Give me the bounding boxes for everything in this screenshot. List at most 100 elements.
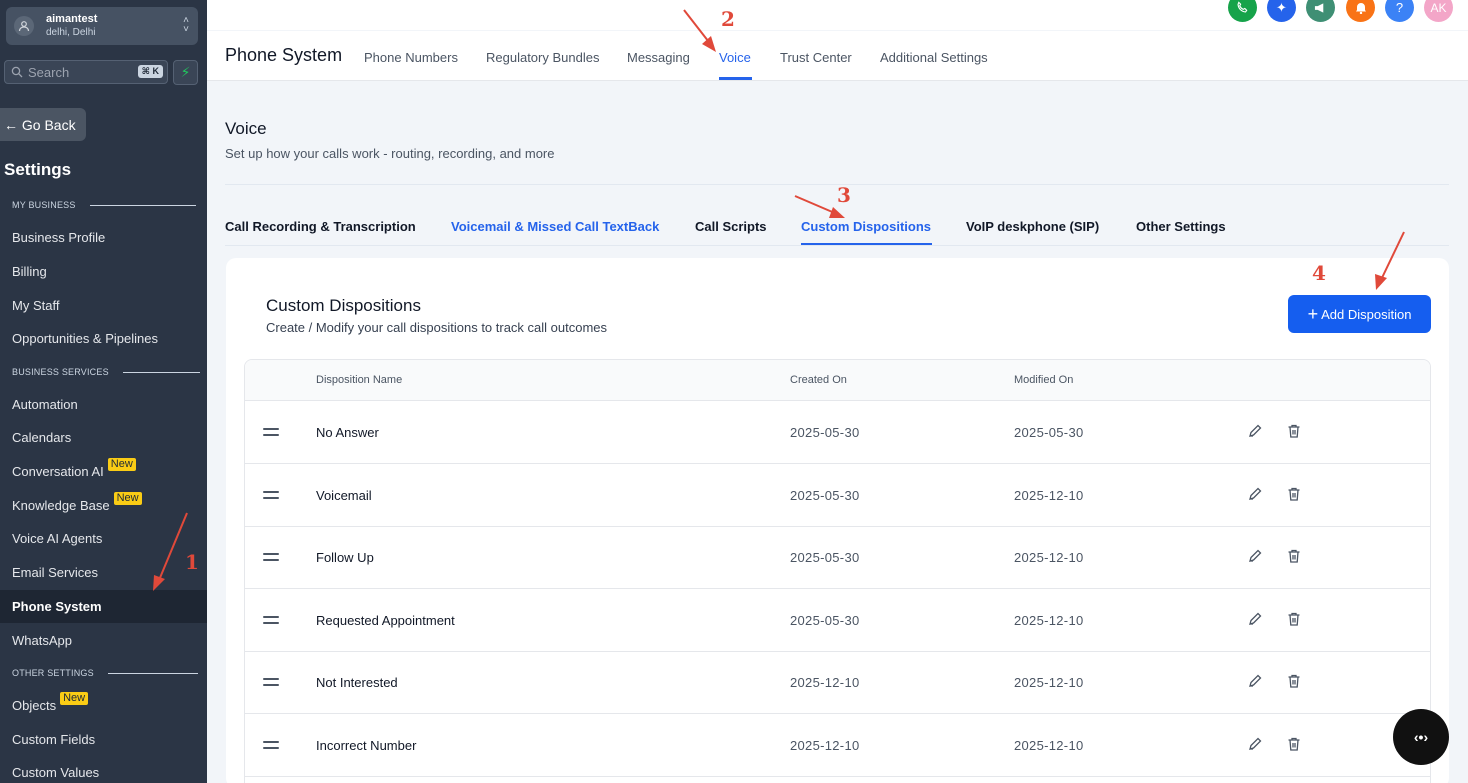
edit-icon[interactable]	[1246, 485, 1264, 503]
code-widget-button[interactable]: ‹•›	[1393, 709, 1449, 765]
search-input[interactable]: Search ⌘ K	[4, 60, 168, 84]
drag-handle-icon[interactable]	[263, 491, 279, 499]
disposition-name: No Answer	[316, 425, 379, 440]
delete-icon[interactable]	[1285, 547, 1303, 565]
sidebar-item-objects[interactable]: Objects New	[0, 689, 207, 722]
column-header-name: Disposition Name	[316, 374, 403, 386]
divider	[225, 245, 1449, 246]
new-badge: New	[107, 458, 136, 471]
edit-icon[interactable]	[1246, 422, 1264, 440]
tab-trust-center[interactable]: Trust Center	[780, 50, 852, 65]
plus-icon: +	[1307, 304, 1319, 324]
go-back-button[interactable]: ← Go Back	[0, 108, 86, 141]
modified-on: 2025-12-10	[1014, 675, 1084, 690]
disposition-name: Requested Appointment	[316, 613, 455, 628]
sidebar-item-automation[interactable]: Automation	[0, 388, 207, 421]
edit-icon[interactable]	[1246, 735, 1264, 753]
disposition-name: Voicemail	[316, 488, 372, 503]
sidebar-item-billing[interactable]: Billing	[0, 255, 207, 288]
modified-on: 2025-05-30	[1014, 425, 1084, 440]
add-disposition-button[interactable]: + Add Disposition	[1288, 295, 1431, 333]
search-icon	[11, 66, 23, 78]
delete-icon[interactable]	[1285, 485, 1303, 503]
created-on: 2025-05-30	[790, 550, 860, 565]
megaphone-icon[interactable]	[1306, 0, 1335, 22]
delete-icon[interactable]	[1285, 672, 1303, 690]
table-row: No Answer 2025-05-30 2025-05-30	[245, 401, 1430, 464]
sidebar-item-whatsapp[interactable]: WhatsApp	[0, 624, 207, 657]
tab-regulatory-bundles[interactable]: Regulatory Bundles	[486, 50, 599, 65]
table-row: Not Interested 2025-12-10 2025-12-10	[245, 651, 1430, 714]
modified-on: 2025-12-10	[1014, 488, 1084, 503]
edit-icon[interactable]	[1246, 672, 1264, 690]
section-subtitle: Set up how your calls work - routing, re…	[225, 146, 555, 161]
section-business-services: BUSINESS SERVICES	[12, 367, 200, 377]
account-location: delhi, Delhi	[46, 27, 96, 38]
delete-icon[interactable]	[1285, 610, 1303, 628]
created-on: 2025-05-30	[790, 613, 860, 628]
user-avatar[interactable]: AK	[1424, 0, 1453, 22]
sidebar-item-label: Knowledge Base	[12, 498, 110, 513]
search-shortcut: ⌘ K	[137, 65, 163, 78]
section-label: BUSINESS SERVICES	[12, 367, 109, 377]
disposition-name: Incorrect Number	[316, 738, 417, 753]
created-on: 2025-05-30	[790, 488, 860, 503]
sidebar-item-calendars[interactable]: Calendars	[0, 421, 207, 454]
card-title: Custom Dispositions	[266, 296, 421, 315]
tab-phone-numbers[interactable]: Phone Numbers	[364, 50, 458, 65]
drag-handle-icon[interactable]	[263, 678, 279, 686]
dispositions-card: Custom Dispositions Create / Modify your…	[226, 258, 1449, 783]
drag-handle-icon[interactable]	[263, 428, 279, 436]
delete-icon[interactable]	[1285, 422, 1303, 440]
settings-title: Settings	[4, 160, 72, 179]
new-badge: New	[60, 692, 89, 705]
phone-icon[interactable]	[1228, 0, 1257, 22]
drag-handle-icon[interactable]	[263, 616, 279, 624]
annotation-arrow-4	[1375, 231, 1405, 290]
edit-icon[interactable]	[1246, 610, 1264, 628]
sidebar-item-label: Conversation AI	[12, 464, 104, 479]
sidebar-item-label: Objects	[12, 698, 57, 713]
disposition-name: Follow Up	[316, 550, 374, 565]
section-other-settings: OTHER SETTINGS	[12, 668, 198, 678]
top-bar: ✦ ? AK	[207, 0, 1468, 30]
edit-icon[interactable]	[1246, 547, 1264, 565]
chevron-updown-icon: ˄ ˅	[183, 15, 189, 35]
drag-handle-icon[interactable]	[263, 553, 279, 561]
drag-handle-icon[interactable]	[263, 741, 279, 749]
modified-on: 2025-12-10	[1014, 613, 1084, 628]
modified-on: 2025-12-10	[1014, 550, 1084, 565]
column-header-created: Created On	[790, 374, 847, 386]
delete-icon[interactable]	[1285, 735, 1303, 753]
search-placeholder: Search	[28, 64, 70, 80]
column-header-modified: Modified On	[1014, 374, 1074, 386]
modified-on: 2025-12-10	[1014, 738, 1084, 753]
account-switcher[interactable]: aimantest delhi, Delhi ˄ ˅	[6, 7, 198, 45]
bell-icon[interactable]	[1346, 0, 1375, 22]
sidebar-item-business-profile[interactable]: Business Profile	[0, 221, 207, 254]
active-subtab-indicator	[801, 243, 932, 245]
account-name: aimantest	[46, 13, 98, 25]
page-header: Phone System Phone Numbers Regulatory Bu…	[207, 31, 1468, 81]
sidebar-item-my-staff[interactable]: My Staff	[0, 289, 207, 322]
sidebar-item-custom-fields[interactable]: Custom Fields	[0, 723, 207, 756]
sidebar-item-conversation-ai[interactable]: Conversation AI New	[0, 455, 207, 488]
tab-call-recording[interactable]: Call Recording & Transcription	[225, 219, 416, 234]
satellite-icon[interactable]: ✦	[1267, 0, 1296, 22]
section-title: Voice	[225, 119, 267, 138]
sidebar-item-custom-values[interactable]: Custom Values	[0, 756, 207, 783]
tab-voicemail[interactable]: Voicemail & Missed Call TextBack	[451, 219, 659, 234]
tab-voip-deskphone[interactable]: VoIP deskphone (SIP)	[966, 219, 1099, 234]
disposition-name: Not Interested	[316, 675, 398, 690]
lightning-icon[interactable]: ⚡	[173, 60, 198, 85]
tab-other-settings[interactable]: Other Settings	[1136, 219, 1226, 234]
help-icon[interactable]: ?	[1385, 0, 1414, 22]
created-on: 2025-05-30	[790, 425, 860, 440]
card-subtitle: Create / Modify your call dispositions t…	[266, 320, 608, 335]
table-header: Disposition Name Created On Modified On	[245, 360, 1430, 401]
sidebar-item-opportunities[interactable]: Opportunities & Pipelines	[0, 322, 207, 355]
tab-call-scripts[interactable]: Call Scripts	[695, 219, 767, 234]
new-badge: New	[113, 492, 142, 505]
sidebar: aimantest delhi, Delhi ˄ ˅ Search ⌘ K ⚡ ←…	[0, 0, 207, 783]
tab-additional-settings[interactable]: Additional Settings	[880, 50, 988, 65]
